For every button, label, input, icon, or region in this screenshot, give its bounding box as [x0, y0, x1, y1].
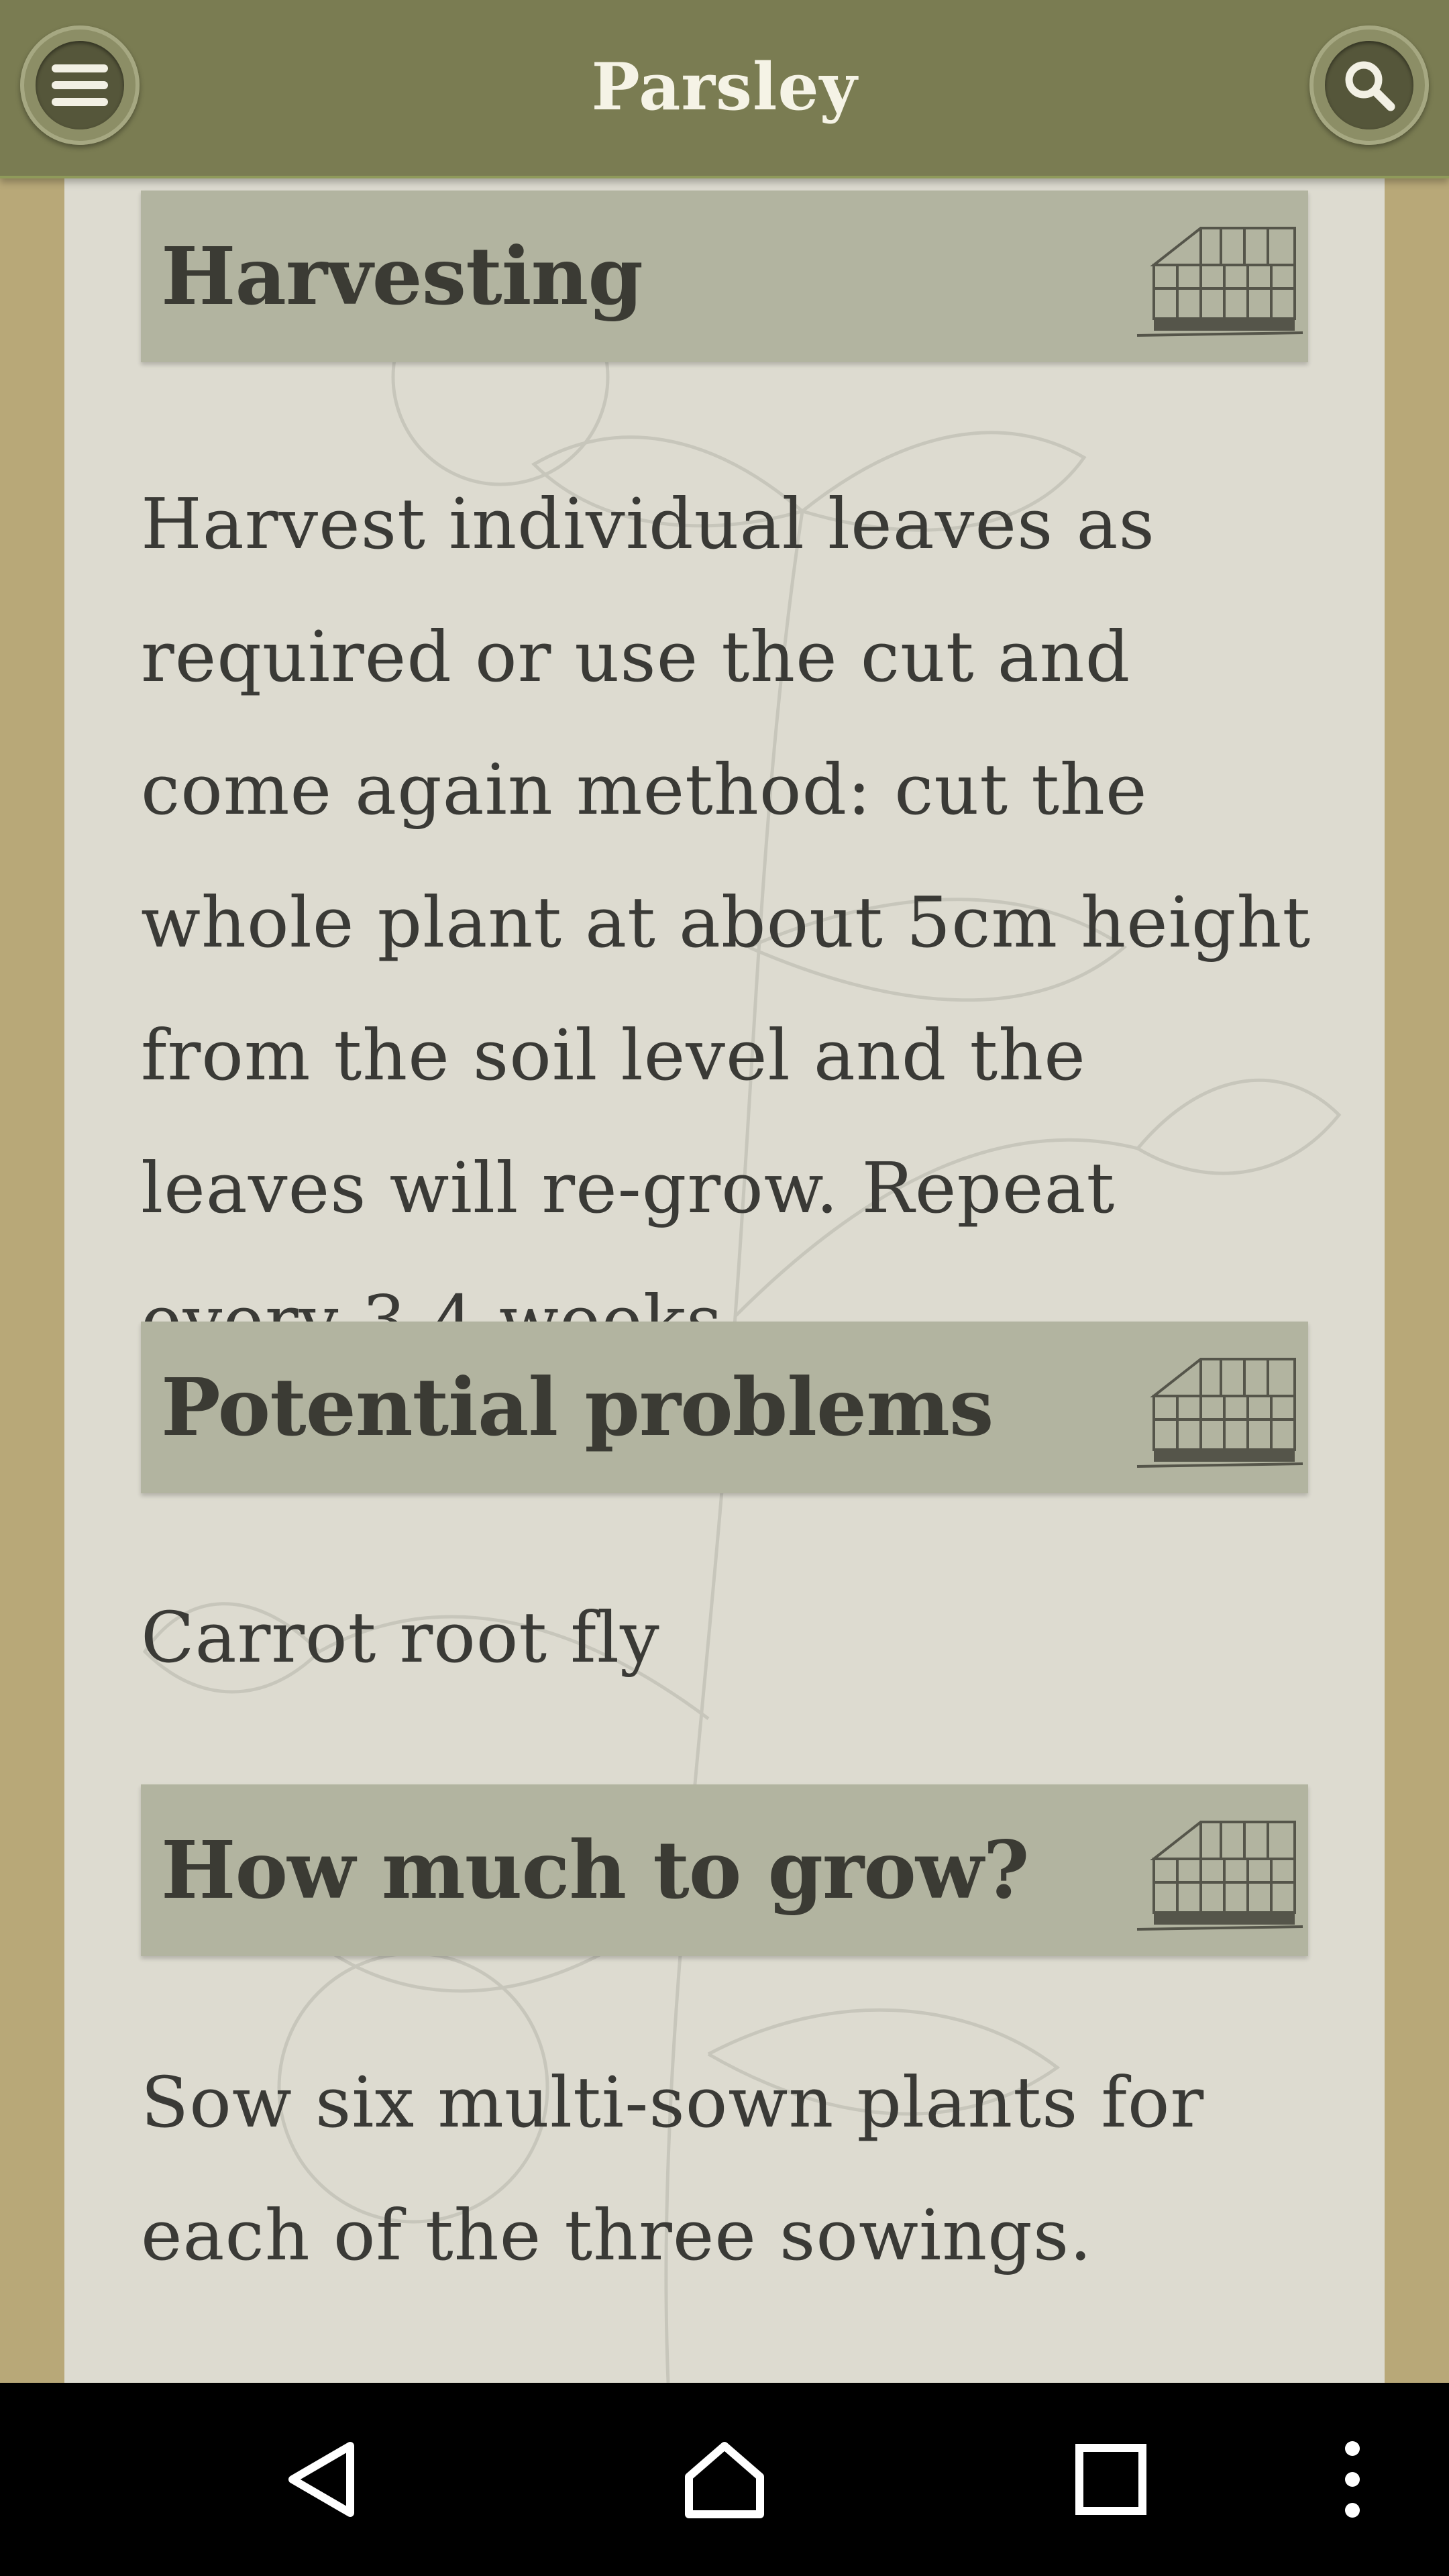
- more-vertical-icon: [1345, 2441, 1360, 2518]
- page-title: Parsley: [591, 49, 858, 125]
- section-body-harvesting: Harvest individual leaves as required or…: [141, 483, 1311, 1362]
- search-button[interactable]: [1309, 25, 1429, 145]
- section-body-potential-problems: Carrot root fly: [141, 1597, 660, 1678]
- greenhouse-icon: [1136, 227, 1303, 337]
- section-header-potential-problems: Potential problems: [141, 1322, 1308, 1493]
- section-header-how-much-to-grow: How much to grow?: [141, 1784, 1308, 1956]
- section-body-how-much-to-grow: Sow six multi-sown plants for each of th…: [141, 2061, 1205, 2276]
- recent-apps-icon: [1075, 2444, 1146, 2515]
- menu-button[interactable]: [20, 25, 140, 145]
- search-icon: [1325, 41, 1413, 129]
- section-header-harvesting: Harvesting: [141, 191, 1308, 362]
- section-heading: How much to grow?: [161, 1823, 1030, 1917]
- home-button[interactable]: [644, 2383, 805, 2576]
- home-icon: [685, 2442, 764, 2518]
- system-nav-bar: [0, 2383, 1449, 2576]
- section-heading: Potential problems: [161, 1360, 994, 1454]
- more-options-button[interactable]: [1272, 2383, 1433, 2576]
- recent-apps-button[interactable]: [1030, 2383, 1191, 2576]
- section-heading: Harvesting: [161, 229, 643, 323]
- greenhouse-icon: [1136, 1358, 1303, 1468]
- greenhouse-icon: [1136, 1821, 1303, 1931]
- hamburger-menu-icon: [36, 41, 124, 129]
- back-triangle-icon: [288, 2442, 354, 2517]
- content-panel: Harvesting Harvest individual leaves as …: [64, 176, 1385, 2383]
- back-button[interactable]: [243, 2383, 404, 2576]
- app-bar: Parsley: [0, 0, 1449, 178]
